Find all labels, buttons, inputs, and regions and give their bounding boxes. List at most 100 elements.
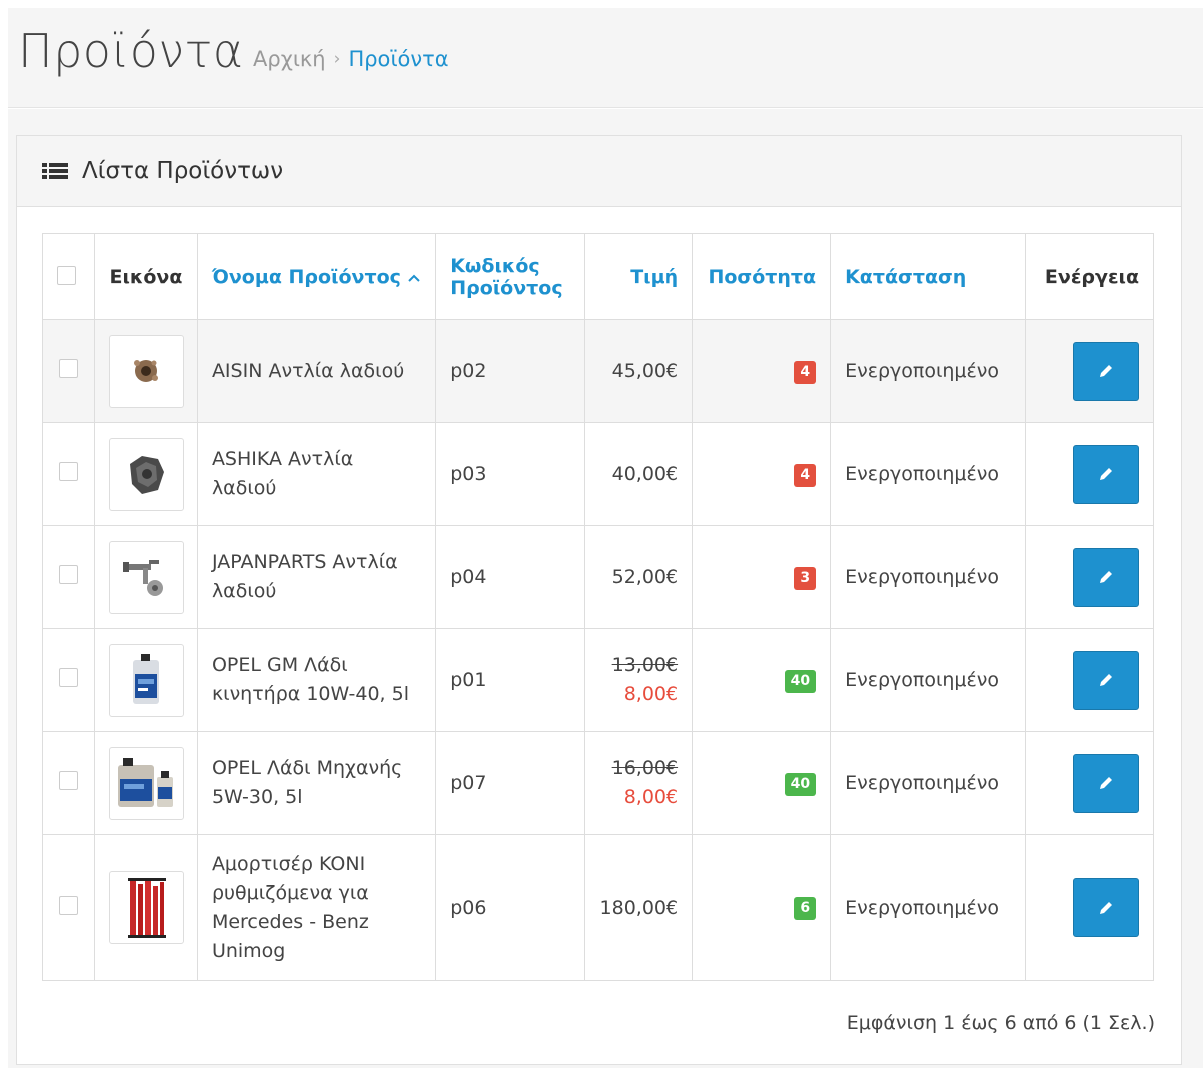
action-cell — [1024, 319, 1155, 423]
product-status: Ενεργοποιημένο — [830, 319, 1026, 423]
column-price[interactable]: Τιμή — [584, 233, 694, 320]
product-status: Ενεργοποιημένο — [830, 834, 1026, 981]
breadcrumb-products[interactable]: Προϊόντα — [348, 47, 448, 71]
row-checkbox[interactable] — [58, 565, 78, 584]
list-icon — [42, 162, 68, 180]
table-row: OPEL GM Λάδι κινητήρα 10W-40, 5l p01 13,… — [42, 628, 1155, 732]
breadcrumb: Αρχική › Προϊόντα — [253, 47, 449, 71]
table-row: AISIN Αντλία λαδιού p02 45,00€ 4 Ενεργοπ… — [42, 319, 1155, 423]
pencil-icon — [1100, 468, 1112, 480]
breadcrumb-separator: › — [333, 49, 341, 69]
panel-heading: Λίστα Προϊόντων — [17, 136, 1181, 207]
product-status: Ενεργοποιημένο — [830, 731, 1026, 835]
product-name: OPEL GM Λάδι κινητήρα 10W-40, 5l — [196, 628, 437, 732]
select-all-checkbox[interactable] — [57, 265, 76, 285]
select-all-cell — [42, 233, 95, 320]
row-select-cell — [42, 731, 95, 835]
quantity-badge: 40 — [784, 669, 817, 693]
row-checkbox[interactable] — [58, 668, 78, 687]
table-row: OPEL Λάδι Μηχανής 5W-30, 5l p07 16,00€ 8… — [42, 731, 1155, 835]
quantity-badge: 6 — [794, 897, 817, 920]
product-quantity-cell: 4 — [692, 319, 832, 423]
pencil-icon — [1100, 571, 1112, 583]
oil-pump-image — [108, 540, 184, 614]
column-model[interactable]: Κωδικός Προϊόντος — [435, 233, 586, 320]
edit-button[interactable] — [1073, 444, 1139, 504]
product-price: 180,00€ — [584, 834, 694, 981]
product-model: p02 — [435, 319, 586, 423]
product-image-cell — [93, 319, 198, 423]
column-image: Εικόνα — [93, 233, 198, 320]
quantity-badge: 4 — [794, 360, 817, 384]
action-cell — [1024, 628, 1155, 732]
column-name-label[interactable]: Όνομα Προϊόντος — [212, 266, 401, 288]
pencil-icon — [1100, 674, 1112, 686]
table-row: ASHIKA Αντλία λαδιού p03 40,00€ 4 Ενεργο… — [42, 422, 1155, 526]
quantity-badge: 4 — [794, 463, 817, 487]
row-checkbox[interactable] — [58, 359, 78, 378]
product-image-cell — [93, 525, 198, 629]
product-status: Ενεργοποιημένο — [830, 628, 1026, 732]
sort-asc-icon — [407, 274, 420, 282]
column-status[interactable]: Κατάσταση — [830, 233, 1026, 320]
special-price: 8,00€ — [623, 786, 679, 808]
product-list-panel: Λίστα Προϊόντων Εικόνα Όνομα Προϊόντος Κ… — [16, 135, 1182, 1065]
products-table: Εικόνα Όνομα Προϊόντος Κωδικός Προϊόντος… — [42, 233, 1155, 981]
product-quantity-cell: 40 — [692, 731, 832, 835]
table-row: Αμορτισέρ KONI ρυθμιζόμενα για Mercedes … — [42, 834, 1155, 981]
product-name: JAPANPARTS Αντλία λαδιού — [196, 525, 437, 629]
product-price-cell: 13,00€ 8,00€ — [584, 628, 694, 732]
edit-button[interactable] — [1073, 650, 1139, 710]
product-model: p06 — [435, 834, 586, 981]
product-quantity-cell: 6 — [692, 834, 832, 981]
quantity-badge: 40 — [784, 772, 817, 796]
breadcrumb-home[interactable]: Αρχική — [253, 47, 326, 71]
row-select-cell — [42, 319, 95, 423]
table-header-row: Εικόνα Όνομα Προϊόντος Κωδικός Προϊόντος… — [42, 233, 1155, 320]
action-cell — [1024, 422, 1155, 526]
product-model: p04 — [435, 525, 586, 629]
product-price-cell: 16,00€ 8,00€ — [584, 731, 694, 835]
panel-title: Λίστα Προϊόντων — [82, 158, 284, 184]
pencil-icon — [1100, 777, 1112, 789]
pencil-icon — [1100, 365, 1112, 377]
action-cell — [1024, 834, 1155, 981]
product-name: OPEL Λάδι Μηχανής 5W-30, 5l — [196, 731, 437, 835]
product-image-cell — [93, 422, 198, 526]
table-row: JAPANPARTS Αντλία λαδιού p04 52,00€ 3 Εν… — [42, 525, 1155, 629]
row-select-cell — [42, 834, 95, 981]
product-model: p03 — [435, 422, 586, 526]
product-name: ASHIKA Αντλία λαδιού — [196, 422, 437, 526]
edit-button[interactable] — [1073, 547, 1139, 607]
row-checkbox[interactable] — [58, 895, 78, 915]
edit-button[interactable] — [1073, 341, 1139, 401]
product-image-cell — [93, 731, 198, 835]
product-image-cell — [93, 834, 198, 981]
product-price: 52,00€ — [584, 525, 694, 629]
shock-absorber-image — [108, 871, 184, 944]
action-cell — [1024, 525, 1155, 629]
special-price: 8,00€ — [623, 683, 679, 705]
column-quantity[interactable]: Ποσότητα — [692, 233, 832, 320]
product-quantity-cell: 3 — [692, 525, 832, 629]
action-cell — [1024, 731, 1155, 835]
row-checkbox[interactable] — [58, 462, 78, 481]
column-action: Ενέργεια — [1024, 233, 1155, 320]
row-checkbox[interactable] — [58, 771, 78, 790]
row-select-cell — [42, 628, 95, 732]
oil-pump-image — [108, 334, 184, 408]
product-quantity-cell: 40 — [692, 628, 832, 732]
column-name[interactable]: Όνομα Προϊόντος — [196, 233, 437, 320]
product-name: AISIN Αντλία λαδιού — [196, 319, 437, 423]
oil-pump-image — [108, 437, 184, 511]
product-image-cell — [93, 628, 198, 732]
page-title: Προϊόντα — [18, 24, 244, 78]
row-select-cell — [42, 525, 95, 629]
product-price: 40,00€ — [584, 422, 694, 526]
product-status: Ενεργοποιημένο — [830, 422, 1026, 526]
edit-button[interactable] — [1073, 878, 1139, 937]
oil-can-image — [108, 643, 184, 717]
product-quantity-cell: 4 — [692, 422, 832, 526]
page-header: Προϊόντα Αρχική › Προϊόντα — [8, 8, 1203, 108]
edit-button[interactable] — [1073, 753, 1139, 813]
